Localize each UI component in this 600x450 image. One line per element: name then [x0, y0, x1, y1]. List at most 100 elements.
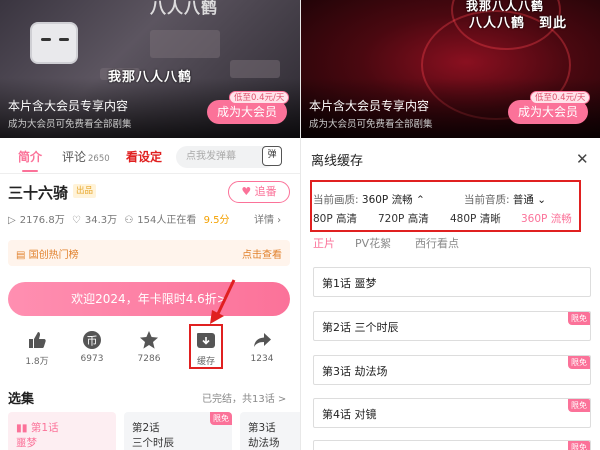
- audio-quality-value: 普通: [512, 194, 534, 206]
- free-badge: 限免: [568, 356, 590, 369]
- share-button-label: 1234: [250, 354, 274, 364]
- chevron-down-icon: ⌄: [537, 194, 547, 206]
- episode-card-number: 第3话: [248, 422, 276, 434]
- tab-highlights[interactable]: 西行看点: [415, 235, 459, 251]
- coin-icon: 币: [83, 331, 101, 349]
- comments-count: 2650: [88, 154, 110, 164]
- vip-price-tag: 低至0.4元/天: [229, 91, 290, 104]
- rank-link[interactable]: 点击查看: [242, 246, 282, 261]
- chevron-up-icon: ⌃: [415, 194, 425, 206]
- episode-row-title: 第2话 三个时辰: [322, 321, 399, 334]
- follow-label: 追番: [254, 185, 277, 198]
- episode-row-title: 第1话 噩梦: [322, 277, 377, 290]
- episode-card[interactable]: ▮▮ 第1话 噩梦: [8, 412, 116, 450]
- favorite-button-label: 7286: [137, 354, 161, 364]
- vip-notice-subtitle: 成为大会员可免费看全部剧集: [309, 119, 433, 130]
- episode-row[interactable]: 限免: [313, 440, 591, 450]
- production-badge: 出品: [73, 184, 97, 198]
- episode-row[interactable]: 第2话 三个时辰 限免: [313, 311, 591, 341]
- vip-price-tag: 低至0.4元/天: [530, 91, 591, 104]
- vip-notice-title: 本片含大会员专享内容: [8, 99, 129, 113]
- video-player[interactable]: 我那八人八鹤 八人八鹤 到此 本片含大会员专享内容 成为大会员可免费看全部剧集 …: [301, 0, 600, 138]
- show-stats: ▷ 2176.8万 ♡ 34.3万 ⚇ 154人正在看 9.5分: [8, 211, 233, 226]
- video-quality-label: 当前画质:: [313, 194, 359, 206]
- video-detail-panel: 八人八鹤 我那八人八鹤 本片含大会员专享内容 成为大会员可免费看全部剧集 成为大…: [0, 0, 300, 450]
- vip-notice-title: 本片含大会员专享内容: [309, 99, 430, 113]
- episode-card-title: 噩梦: [16, 437, 37, 449]
- video-subtitle: 八人八鹤 到此: [469, 16, 568, 31]
- close-icon[interactable]: ✕: [576, 150, 589, 168]
- coin-button-label: 6973: [80, 354, 104, 364]
- details-label: 详情: [254, 215, 274, 226]
- free-badge: 限免: [210, 412, 232, 425]
- quality-option[interactable]: 80P 高清: [313, 211, 357, 226]
- background-desk-decor: [230, 60, 280, 78]
- follow-button[interactable]: ♥ 追番: [228, 181, 290, 203]
- rank-title-text: 国创热门榜: [28, 250, 79, 261]
- tab-comments-label: 评论: [62, 150, 87, 164]
- people-icon: ⚇: [124, 215, 134, 226]
- tab-pv-extras[interactable]: PV花絮: [355, 235, 391, 251]
- cache-highlight-box: [189, 324, 223, 369]
- video-subtitle-top: 八人八鹤: [150, 0, 219, 17]
- tab-setting[interactable]: 看设定: [126, 148, 162, 165]
- episode-card[interactable]: 第3话 劫法场: [240, 412, 300, 450]
- score: 9.5分: [203, 215, 230, 226]
- quality-option-selected[interactable]: 360P 流畅: [521, 211, 572, 226]
- cache-title: 离线缓存: [311, 154, 364, 169]
- favorite-button[interactable]: 7286: [129, 330, 169, 364]
- episode-card-number: 第2话: [132, 422, 160, 434]
- episode-row-title: 第4话 对镜: [322, 408, 377, 421]
- background-desk-decor: [150, 30, 220, 58]
- episode-card-number: ▮▮ 第1话: [16, 422, 59, 434]
- quality-option[interactable]: 720P 高清: [378, 211, 429, 226]
- details-link[interactable]: 详情 ›: [254, 211, 281, 226]
- star-icon: [140, 331, 158, 349]
- cache-header: 离线缓存 ✕: [301, 138, 600, 178]
- audio-quality-selector[interactable]: 当前音质: 普通 ⌄: [464, 192, 546, 207]
- episode-row[interactable]: 第3话 劫法场 限免: [313, 355, 591, 385]
- free-badge: 限免: [568, 441, 590, 450]
- show-title: 三十六骑: [8, 184, 69, 202]
- episode-card-number-text: 第1话: [30, 422, 59, 434]
- action-bar: 1.8万 币 6973 7286 缓存 1234: [0, 330, 300, 372]
- thumbs-up-icon: [29, 332, 46, 348]
- video-quality-selector[interactable]: 当前画质: 360P 流畅 ⌃: [313, 192, 425, 207]
- like-count: 34.3万: [84, 215, 118, 226]
- episode-row-title: 第3话 劫法场: [322, 365, 388, 378]
- episodes-meta[interactable]: 已完结，共13话 >: [202, 390, 286, 405]
- audio-quality-label: 当前音质:: [464, 194, 510, 206]
- offline-cache-panel: 我那八人八鹤 八人八鹤 到此 本片含大会员专享内容 成为大会员可免费看全部剧集 …: [300, 0, 600, 450]
- share-button[interactable]: 1234: [242, 330, 282, 364]
- episodes-title: 选集: [8, 392, 35, 407]
- tab-intro[interactable]: 简介: [18, 148, 42, 165]
- tab-comments[interactable]: 评论 2650: [62, 148, 110, 165]
- episode-card-title: 三个时辰: [132, 437, 174, 449]
- episode-card-title: 劫法场: [248, 437, 280, 449]
- free-badge: 限免: [568, 312, 590, 325]
- like-button[interactable]: 1.8万: [17, 330, 57, 367]
- tab-main-episodes[interactable]: 正片: [313, 235, 335, 251]
- coin-button[interactable]: 币 6973: [72, 330, 112, 364]
- vip-notice-subtitle: 成为大会员可免费看全部剧集: [8, 119, 132, 130]
- play-count: 2176.8万: [19, 215, 65, 226]
- video-quality-value: 360P 流畅: [361, 194, 413, 206]
- episode-card[interactable]: 第2话 三个时辰 限免: [124, 412, 232, 450]
- play-icon: ▷: [8, 215, 16, 226]
- video-player[interactable]: 八人八鹤 我那八人八鹤 本片含大会员专享内容 成为大会员可免费看全部剧集 成为大…: [0, 0, 300, 138]
- rank-title: ▤ 国创热门榜: [16, 250, 79, 261]
- watching-count: 154人正在看: [137, 215, 197, 226]
- tv-mascot-image: [30, 22, 78, 64]
- rank-banner[interactable]: ▤ 国创热门榜 点击查看: [8, 240, 290, 266]
- like-icon: ♡: [71, 215, 81, 226]
- like-button-label: 1.8万: [25, 357, 49, 367]
- danmu-toggle-icon[interactable]: 弹: [262, 146, 282, 166]
- free-badge: 限免: [568, 399, 590, 412]
- quality-option[interactable]: 480P 清晰: [450, 211, 501, 226]
- episode-row[interactable]: 第4话 对镜 限免: [313, 398, 591, 428]
- episode-row[interactable]: 第1话 噩梦: [313, 267, 591, 297]
- svg-text:币: 币: [87, 335, 98, 348]
- active-tab-indicator: [22, 170, 38, 172]
- danmu-input[interactable]: 点我发弹幕: [176, 146, 276, 168]
- annual-card-promo[interactable]: 欢迎2024，年卡限时4.6折>: [8, 282, 290, 316]
